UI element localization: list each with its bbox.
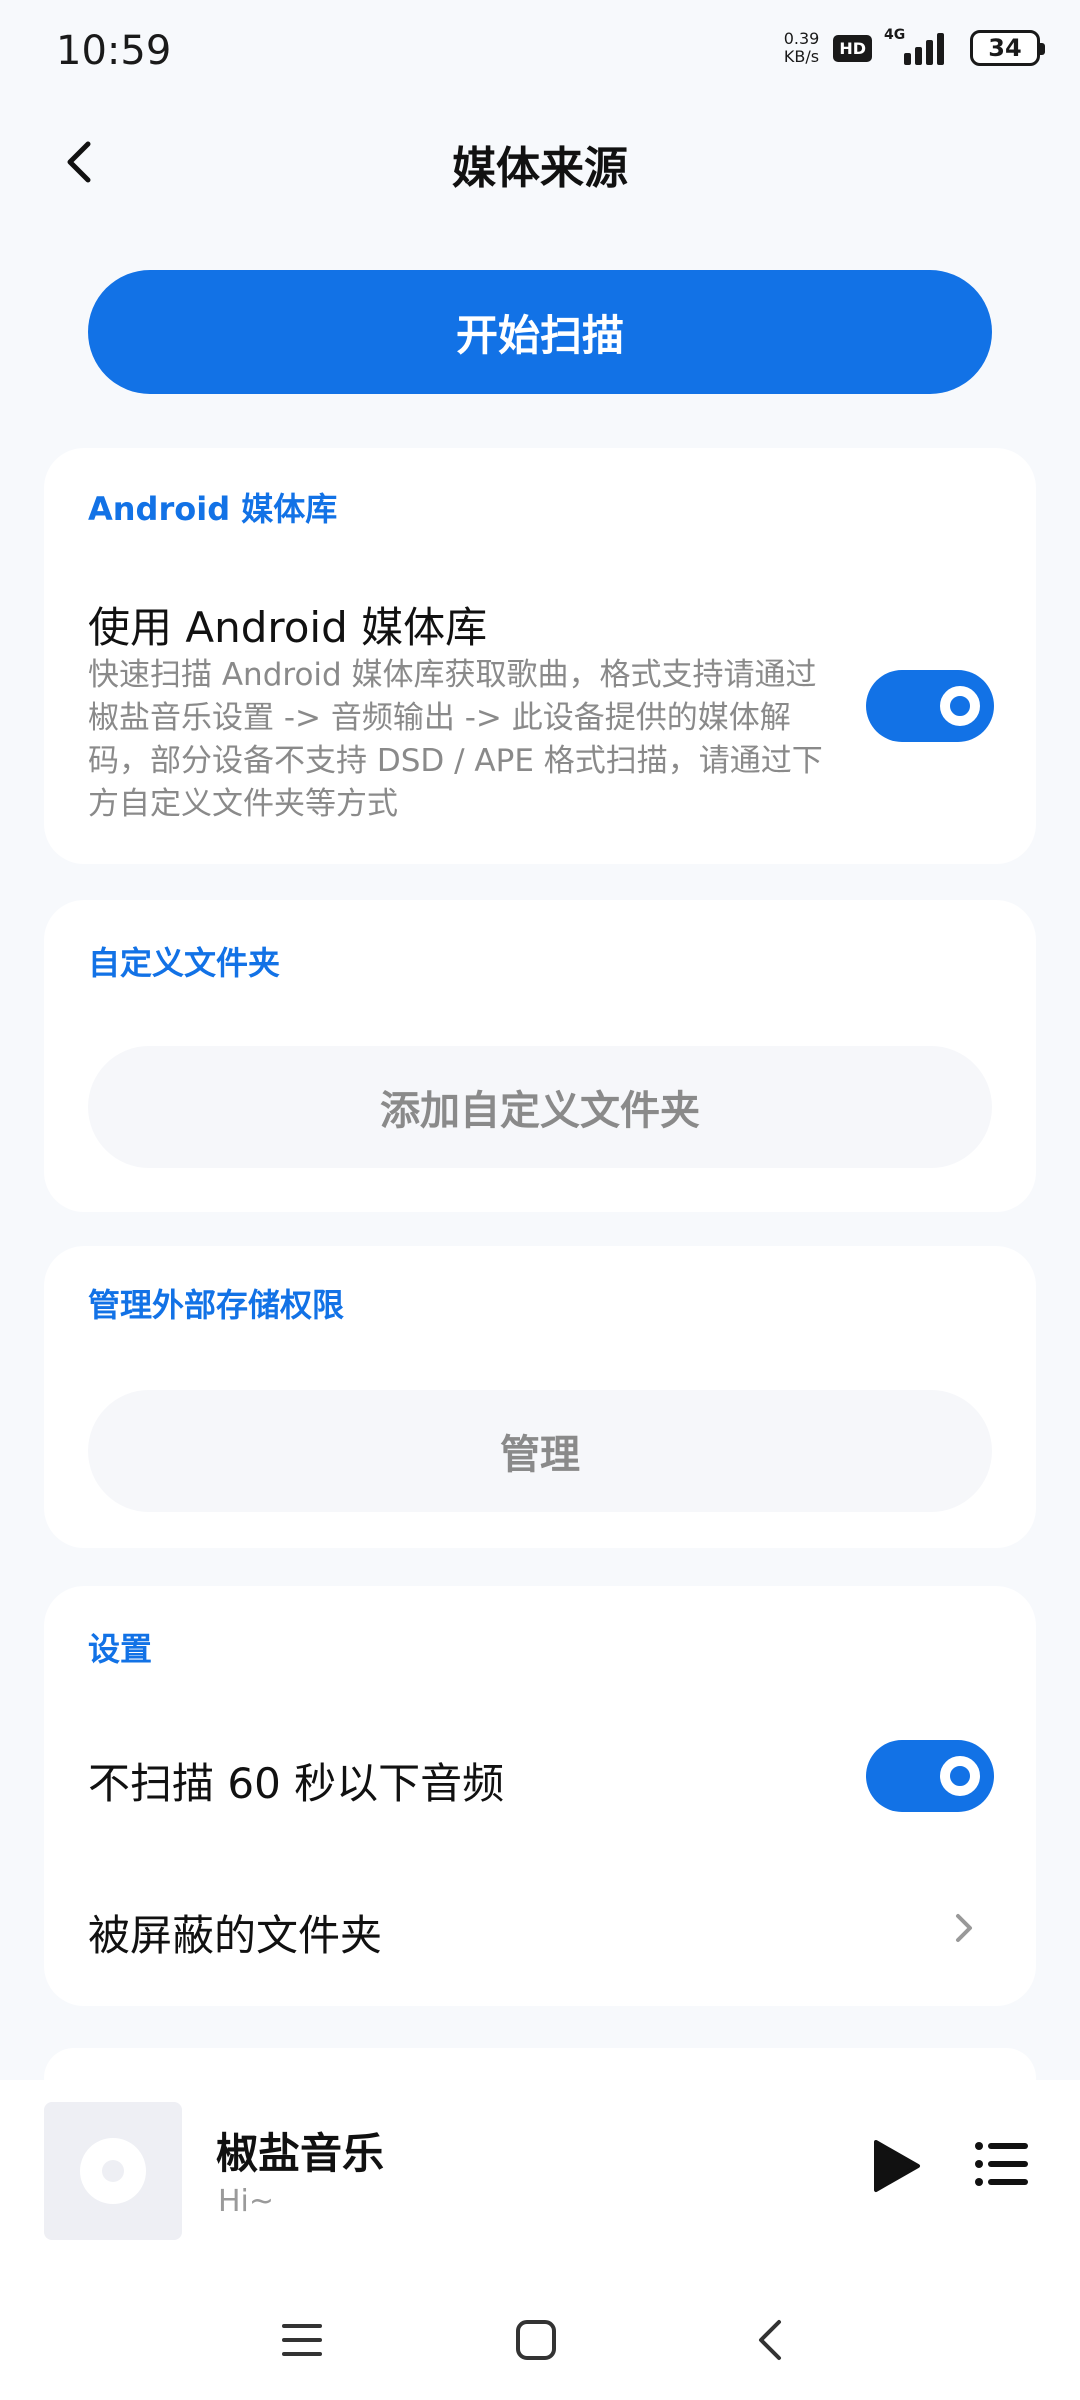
playlist-icon	[975, 2142, 1028, 2186]
use-android-media-toggle[interactable]	[866, 670, 994, 742]
network-speed-unit: KB/s	[783, 47, 820, 66]
skip-short-audio-label: 不扫描 60 秒以下音频	[88, 1759, 505, 1808]
network-type: 4G	[884, 27, 906, 43]
status-icons: 0.39 KB/s HD 4G 34	[784, 27, 1045, 66]
disc-icon	[80, 2138, 146, 2204]
network-speed-value: 0.39	[783, 29, 820, 48]
hd-badge: HD	[833, 34, 872, 62]
nav-home-button[interactable]	[506, 2310, 566, 2370]
toggle-knob	[940, 1756, 980, 1796]
play-icon	[874, 2140, 920, 2192]
settings-card: 设置 不扫描 60 秒以下音频 被屏蔽的文件夹	[44, 1586, 1036, 2006]
header: 媒体来源	[0, 120, 1080, 200]
card-title-custom-folder: 自定义文件夹	[88, 944, 281, 982]
skip-short-audio-toggle[interactable]	[866, 1740, 994, 1812]
manage-storage-button[interactable]: 管理	[88, 1390, 992, 1512]
nav-back-button[interactable]	[740, 2310, 800, 2370]
add-custom-folder-button[interactable]: 添加自定义文件夹	[88, 1046, 992, 1168]
toggle-knob	[940, 686, 980, 726]
playlist-button[interactable]	[974, 2140, 1030, 2188]
battery-level: 34	[988, 34, 1022, 62]
custom-folder-card: 自定义文件夹 添加自定义文件夹	[44, 900, 1036, 1212]
menu-icon	[282, 2324, 322, 2356]
android-media-card: Android 媒体库 使用 Android 媒体库 快速扫描 Android …	[44, 448, 1036, 864]
home-square-icon	[516, 2320, 556, 2360]
play-button[interactable]	[866, 2136, 926, 2196]
album-art[interactable]	[44, 2102, 182, 2240]
status-bar: 10:59 0.39 KB/s HD 4G 34	[0, 0, 1080, 110]
use-android-media-desc: 快速扫描 Android 媒体库获取歌曲，格式支持请通过椒盐音乐设置 -> 音频…	[88, 657, 823, 822]
nav-menu-button[interactable]	[272, 2310, 332, 2370]
chevron-right-icon	[956, 1914, 972, 1942]
use-android-media-title: 使用 Android 媒体库	[88, 603, 488, 652]
page-title: 媒体来源	[452, 143, 628, 194]
network-speed: 0.39 KB/s	[784, 30, 820, 66]
battery-icon: 34	[970, 30, 1045, 66]
card-title-storage: 管理外部存储权限	[88, 1286, 345, 1324]
mini-player[interactable]: 椒盐音乐 Hi~	[0, 2080, 1080, 2280]
player-subtitle: Hi~	[218, 2184, 275, 2219]
card-title-android: Android 媒体库	[88, 490, 338, 528]
start-scan-button[interactable]: 开始扫描	[88, 270, 992, 394]
status-time: 10:59	[56, 28, 172, 74]
back-icon	[759, 2320, 781, 2360]
card-title-settings: 设置	[88, 1630, 153, 1668]
signal-icon: 4G	[884, 27, 956, 65]
player-title: 椒盐音乐	[216, 2129, 385, 2178]
storage-permission-card: 管理外部存储权限 管理	[44, 1246, 1036, 1548]
system-nav-bar	[0, 2280, 1080, 2400]
blocked-folders-item[interactable]: 被屏蔽的文件夹	[88, 1902, 382, 1963]
